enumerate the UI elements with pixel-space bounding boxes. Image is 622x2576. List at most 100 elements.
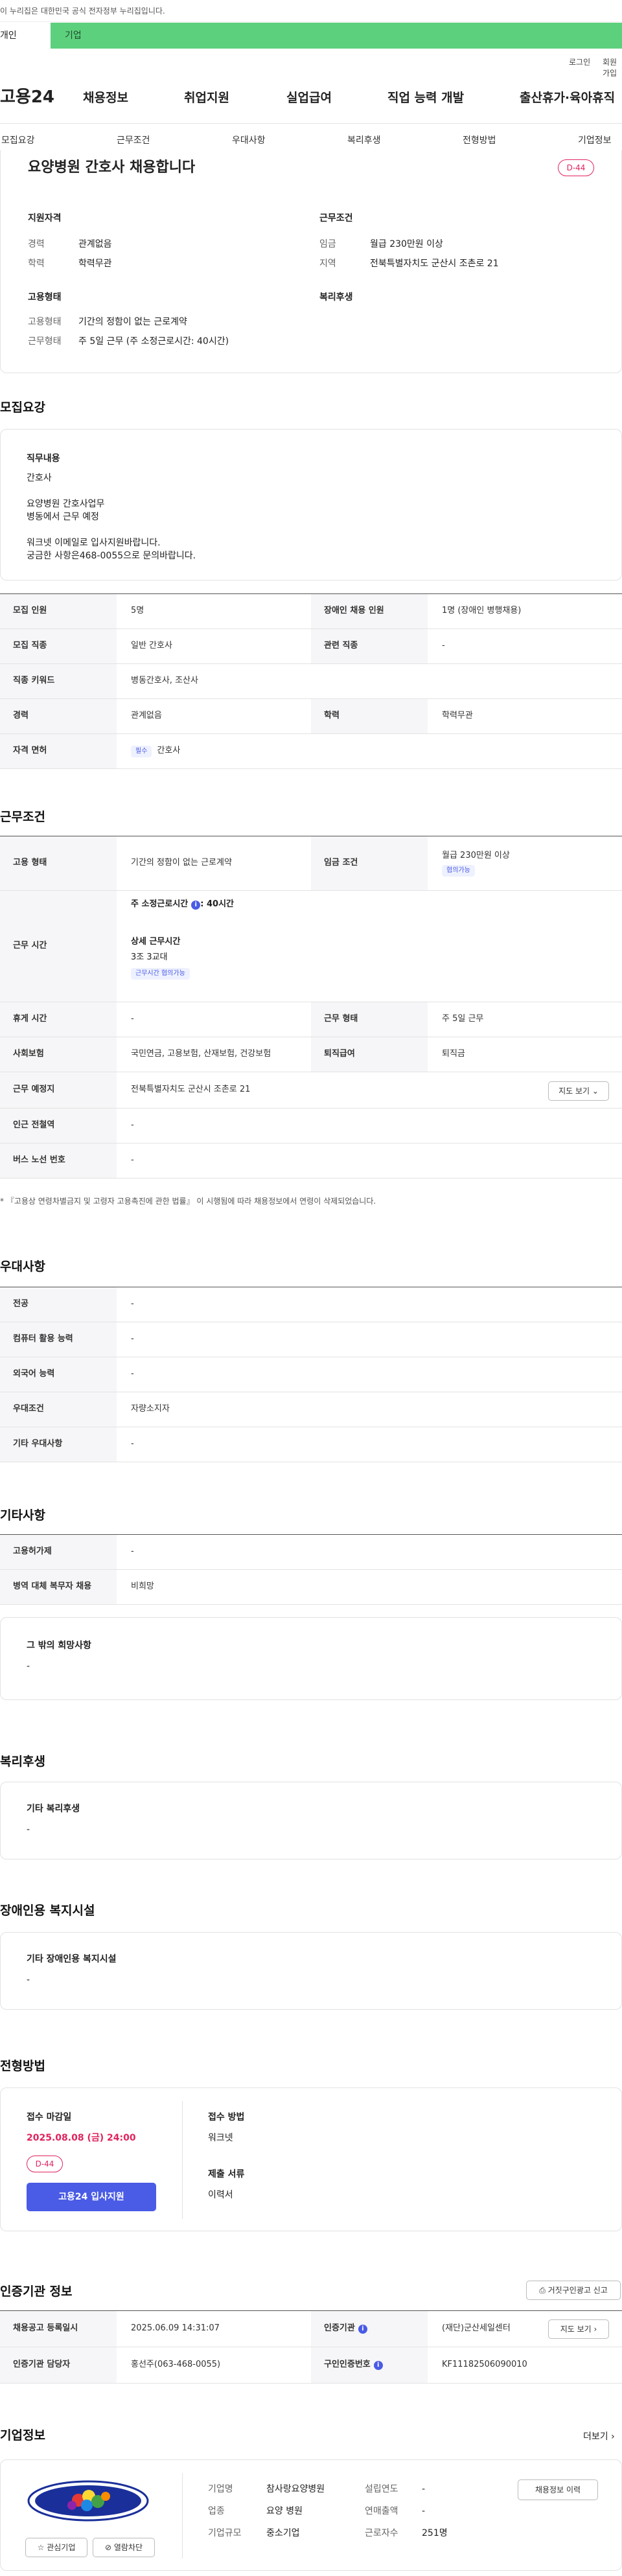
job-history-button[interactable]: 채용정보 이력	[518, 2479, 598, 2500]
qual-label: 학력	[28, 259, 45, 269]
table-row: 컴퓨터 활용 능력 -	[0, 1322, 622, 1357]
welfare-box-heading: 기타 복리후생	[27, 1804, 80, 1814]
hours-week: 주 소정근로시간 i: 40시간	[131, 899, 234, 910]
th-career: 경력	[0, 699, 117, 733]
subnav-welfare[interactable]: 복리후생	[347, 135, 381, 148]
td-place: 전북특별자치도 군산시 조촌로 21	[131, 1085, 251, 1095]
deadline-label: 접수 마감일	[27, 2112, 72, 2122]
td-keyword: 병동간호사, 조산사	[131, 676, 198, 686]
gnb-item-unemployment[interactable]: 실업급여	[286, 89, 332, 107]
td-reg-date: 2025.06.09 14:31:07	[131, 2323, 220, 2334]
login-link[interactable]: 로그인	[569, 57, 590, 68]
table-row: 병역 대체 복무자 채용 비희망	[0, 1570, 622, 1605]
gnb-item-training[interactable]: 직업 능력 개발	[387, 89, 464, 107]
section-heading-conditions: 근무조건	[0, 810, 45, 824]
table-row: 모집 인원 5명 장애인 채용 인원 1명 (장애인 병행채용)	[0, 594, 622, 629]
td-major: -	[131, 1299, 134, 1309]
td-subway: -	[131, 1120, 134, 1131]
table-row: 휴게 시간 - 근무 형태 주 5일 근무	[0, 1002, 622, 1037]
hours-week-label: 주 소정근로시간	[131, 899, 189, 909]
conditions-table: 고용 형태 기간의 정함이 없는 근로계약 임금 조건 월급 230만원 이상 …	[0, 836, 622, 1179]
th-wage: 임금 조건	[311, 836, 428, 890]
cond-value: 전북특별자치도 군산시 조촌로 21	[370, 259, 499, 269]
employment-heading: 고용형태	[28, 292, 62, 303]
subnav-conditions[interactable]: 근무조건	[117, 135, 150, 148]
favorite-company-button[interactable]: ☆ 관심기업	[25, 2538, 87, 2557]
divider	[182, 2473, 183, 2559]
report-fake-ad-button[interactable]: ⎙ 거짓구인광고 신고	[526, 2281, 621, 2300]
tab-individual[interactable]: 개인	[0, 23, 51, 49]
td-edu: 학력무관	[442, 711, 473, 721]
td-regno: KF11182506090010	[442, 2360, 527, 2370]
th-military: 병역 대체 복무자 채용	[0, 1570, 117, 1604]
table-row: 전공 -	[0, 1287, 622, 1322]
info-icon[interactable]: i	[358, 2324, 367, 2334]
gnb-item-employment-support[interactable]: 취업지원	[184, 89, 229, 107]
job-desc-line: 간호사	[27, 473, 52, 483]
gnb-item-maternity[interactable]: 출산휴가·육아휴직	[520, 89, 615, 107]
th-regno: 구인인증번호 i	[311, 2347, 428, 2383]
apply-button[interactable]: 고용24 입사지원	[27, 2183, 156, 2211]
subnav-preferred[interactable]: 우대사항	[232, 135, 266, 148]
info-icon[interactable]: i	[191, 901, 201, 910]
cond-label: 지역	[319, 259, 336, 269]
site-logo[interactable]: 고용24	[0, 86, 54, 109]
gnb-item-jobs[interactable]: 채용정보	[83, 89, 128, 107]
th-permit: 고용허가제	[0, 1535, 117, 1569]
tab-company[interactable]: 기업	[65, 30, 82, 43]
th-place: 근무 예정지	[0, 1072, 117, 1108]
table-row: 버스 노선 번호 -	[0, 1144, 622, 1179]
welfare-box: 기타 복리후생 -	[0, 1782, 622, 1859]
method-label: 접수 방법	[208, 2112, 245, 2122]
cond-label: 임금	[319, 239, 336, 249]
td-language: -	[131, 1369, 134, 1379]
th-severance: 퇴직급여	[311, 1037, 428, 1072]
report-icon: ⎙	[539, 2286, 546, 2295]
deadline-value: 2025.08.08 (금) 24:00	[27, 2133, 136, 2143]
map-view-button[interactable]: 지도 보기 ⌄	[548, 1081, 609, 1101]
job-desc-line: 병동에서 근무 예정	[27, 512, 99, 522]
job-desc-line: 궁금한 사항은468-0055으로 문의바랍니다.	[27, 551, 196, 561]
agency-map-label: 지도 보기	[560, 2325, 592, 2334]
chevron-down-icon: ⌄	[592, 1087, 599, 1096]
td-type: 기간의 정함이 없는 근로계약	[131, 858, 232, 868]
size-label: 기업규모	[208, 2528, 242, 2538]
block-view-button[interactable]: ⊘ 열람차단	[93, 2538, 155, 2557]
td-license: 필수 간호사	[117, 734, 622, 768]
table-row: 사회보험 국민연금, 고용보험, 산재보험, 건강보험 퇴직급여 퇴직금	[0, 1037, 622, 1072]
info-icon[interactable]: i	[373, 2360, 383, 2370]
employees-label: 근로자수	[365, 2528, 398, 2538]
td-worktype: 주 5일 근무	[442, 1014, 484, 1024]
map-view-label: 지도 보기	[559, 1087, 590, 1096]
emp-value: 주 5일 근무 (주 소정근로시간: 40시간)	[78, 336, 229, 347]
other-wishes-value: -	[27, 1661, 30, 1672]
subnav-company[interactable]: 기업정보	[578, 135, 612, 148]
block-view-label: 열람차단	[113, 2543, 143, 2552]
required-tag: 필수	[131, 745, 152, 757]
employees-value: 251명	[422, 2528, 448, 2538]
table-row: 고용 형태 기간의 정함이 없는 근로계약 임금 조건 월급 230만원 이상 …	[0, 836, 622, 891]
table-row: 자격 면허 필수 간호사	[0, 734, 622, 769]
welfare-box-value: -	[27, 1824, 30, 1835]
td-break: -	[131, 1014, 134, 1024]
company-more-link[interactable]: 더보기 ›	[583, 2431, 615, 2444]
section-heading-agency: 인증기관 정보	[0, 2284, 73, 2299]
th-reg-date: 채용공고 등록일시	[0, 2311, 117, 2347]
join-link[interactable]: 회원가입	[603, 57, 622, 79]
section-heading-company: 기업정보	[0, 2428, 45, 2443]
th-break: 휴게 시간	[0, 1002, 117, 1037]
th-subway: 인근 전철역	[0, 1109, 117, 1143]
agency-map-button[interactable]: 지도 보기 ›	[548, 2319, 609, 2339]
section-heading-recruit: 모집요강	[0, 400, 45, 415]
subnav-selection[interactable]: 전형방법	[463, 135, 496, 148]
preferred-table: 전공 - 컴퓨터 활용 능력 - 외국어 능력 - 우대조건 자량소지자 기타 우대사항…	[0, 1287, 622, 1462]
section-heading-preferred: 우대사항	[0, 1259, 45, 1274]
th-type: 고용 형태	[0, 836, 117, 890]
subnav-recruit[interactable]: 모집요강	[1, 135, 35, 148]
td-military: 비희망	[131, 1581, 154, 1592]
td-agency: (재단)군산세일센터	[442, 2323, 511, 2334]
report-fake-ad-label: 거짓구인광고 신고	[547, 2286, 608, 2295]
td-disabled: 1명 (장애인 병행채용)	[442, 606, 522, 616]
user-type-tabs: 개인 기업	[0, 23, 622, 49]
other-wishes-box: 그 밖의 희망사항 -	[0, 1617, 622, 1700]
